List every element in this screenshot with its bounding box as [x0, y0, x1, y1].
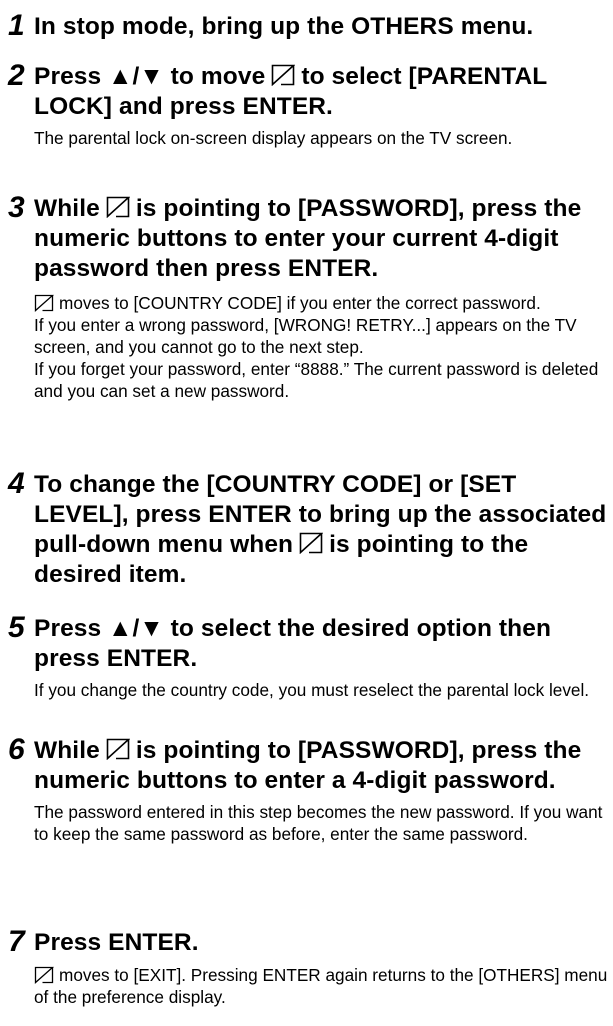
cursor-icon: [34, 966, 54, 984]
cursor-icon: [106, 738, 130, 760]
step-body: moves to [COUNTRY CODE] if you enter the…: [0, 292, 613, 402]
step-6: 6 While is pointing to [PASSWORD], press …: [0, 733, 613, 845]
step-paragraph-text: moves to [EXIT]. Pressing ENTER again re…: [34, 965, 608, 1007]
step-paragraph: If you forget your password, enter “8888…: [34, 359, 599, 401]
step-number: 6: [8, 733, 25, 766]
step-3: 3 While is pointing to [PASSWORD], press …: [0, 191, 613, 402]
step-paragraph: moves to [EXIT]. Pressing ENTER again re…: [34, 964, 611, 1008]
cursor-icon: [106, 196, 130, 218]
step-heading-text: While: [34, 737, 100, 764]
step-number: 4: [8, 467, 25, 500]
step-number: 2: [8, 59, 25, 92]
step-number: 5: [8, 611, 25, 644]
step-heading: Press ▲/▼ to move to select [PARENTAL LOC…: [0, 62, 613, 122]
cursor-icon: [34, 294, 54, 312]
step-5: 5 Press ▲/▼ to select the desired option…: [0, 611, 613, 701]
step-body: moves to [EXIT]. Pressing ENTER again re…: [0, 964, 613, 1008]
step-paragraph: The parental lock on-screen display appe…: [34, 128, 513, 148]
step-heading-text: While: [34, 195, 100, 222]
step-paragraph: If you change the country code, you must…: [34, 680, 590, 700]
step-paragraph-text: moves to [COUNTRY CODE] if you enter the…: [59, 293, 541, 313]
step-number: 7: [8, 925, 25, 958]
step-heading: In stop mode, bring up the OTHERS menu.: [0, 12, 613, 42]
step-heading: Press ENTER.: [0, 928, 613, 958]
step-body: If you change the country code, you must…: [0, 679, 613, 701]
step-number: 1: [8, 9, 25, 42]
manual-page: 1 In stop mode, bring up the OTHERS menu…: [0, 0, 613, 1026]
step-2: 2 Press ▲/▼ to move to select [PARENTAL L…: [0, 59, 613, 149]
step-heading-text: Press ENTER.: [34, 929, 199, 956]
step-4: 4 To change the [COUNTRY CODE] or [SET L…: [0, 467, 613, 590]
step-7: 7 Press ENTER. moves to [EXIT]. Pressing…: [0, 925, 613, 1008]
step-heading-text: Press ▲/▼ to move: [34, 63, 266, 90]
step-heading: While is pointing to [PASSWORD], press th…: [0, 736, 613, 796]
step-paragraph: The password entered in this step become…: [34, 802, 603, 844]
step-heading: Press ▲/▼ to select the desired option t…: [0, 614, 613, 674]
step-paragraph: If you enter a wrong password, [WRONG! R…: [34, 315, 577, 357]
cursor-icon: [299, 532, 324, 554]
step-heading-text: Press ▲/▼ to select the desired option t…: [34, 615, 552, 672]
step-body: The password entered in this step become…: [0, 801, 613, 845]
step-number: 3: [8, 191, 25, 224]
step-1: 1 In stop mode, bring up the OTHERS menu…: [0, 9, 613, 42]
step-paragraph: moves to [COUNTRY CODE] if you enter the…: [34, 292, 611, 314]
step-heading-text: In stop mode, bring up the OTHERS menu.: [34, 13, 534, 40]
step-heading: While is pointing to [PASSWORD], press th…: [0, 194, 613, 284]
step-body: The parental lock on-screen display appe…: [0, 127, 613, 149]
step-heading: To change the [COUNTRY CODE] or [SET LEV…: [0, 470, 613, 590]
cursor-icon: [271, 64, 296, 86]
